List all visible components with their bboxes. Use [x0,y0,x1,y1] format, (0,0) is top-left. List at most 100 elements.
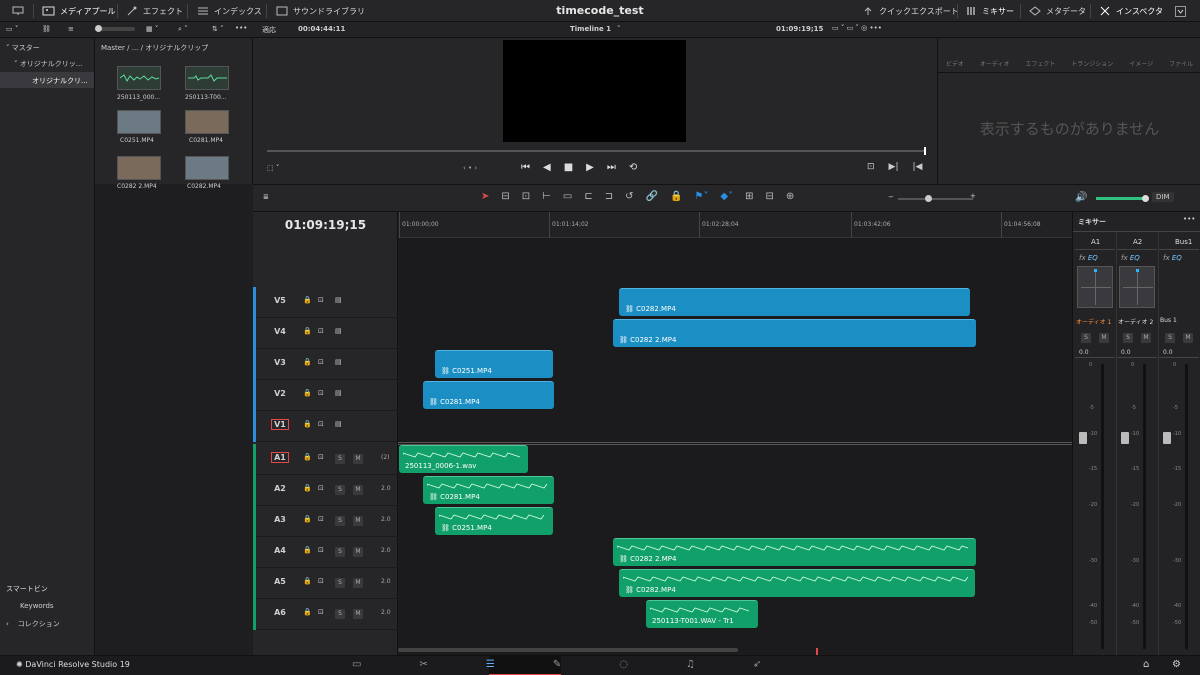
video-track-header[interactable]: V3 🔒 ⊡ ▤ [253,349,398,380]
mute-button[interactable]: M [353,547,363,557]
skip-start-icon[interactable]: ⏮ [521,162,530,173]
volume-slider[interactable] [1096,195,1149,202]
trim-tool-icon[interactable]: ⊟ [501,191,509,202]
auto-select-icon[interactable]: ⊡ [318,389,324,397]
smart-bin-collections[interactable]: › コレクション [6,619,60,629]
track-lock-icon[interactable]: 🔒 [303,577,312,585]
mixer-mute-button[interactable]: M [1141,333,1151,343]
timeline-zoom-slider[interactable] [898,195,973,202]
loop-icon[interactable]: ⟲ [629,162,637,173]
fairlight-page-icon[interactable]: ♫ [686,659,695,670]
sort-icon[interactable]: ≡ [68,25,74,33]
auto-select-icon[interactable]: ⊡ [318,484,324,492]
track-enable-icon[interactable]: ▤ [335,358,342,366]
overwrite-icon[interactable]: ⊏ [584,191,592,202]
audio-clip[interactable]: 250113_0006-1.wav [399,445,528,473]
fader-knob[interactable] [1079,432,1087,444]
mixer-mute-button[interactable]: M [1099,333,1109,343]
media-item-thumbnail[interactable] [117,66,161,90]
audio-track-header[interactable]: A6 🔒 ⊡ S M 2.0 [253,599,398,630]
timeline-scrollbar[interactable] [398,648,738,652]
mixer-mute-button[interactable]: M [1183,333,1193,343]
mute-button[interactable]: M [353,485,363,495]
media-item-thumbnail[interactable] [117,110,161,134]
fit-dropdown[interactable]: 適応 [262,25,276,35]
track-lock-icon[interactable]: 🔒 [303,453,312,461]
auto-select-icon[interactable]: ⊡ [318,420,324,428]
audio-clip[interactable]: ⛓ C0282 2.MP4 [613,538,976,566]
home-icon[interactable]: ⌂ [1143,659,1149,670]
solo-button[interactable]: S [335,578,345,588]
stop-icon[interactable]: ■ [564,162,573,173]
audio-clip[interactable]: ⛓ C0281.MP4 [423,476,554,504]
playhead-marker[interactable] [816,648,818,655]
viewer-scrubber[interactable] [267,147,926,155]
audio-clip[interactable]: 250113-T001.WAV - Tr1 [646,600,758,628]
video-track-header[interactable]: V5 🔒 ⊡ ▤ [253,287,398,318]
mixer-solo-button[interactable]: S [1165,333,1175,343]
viewer-screen[interactable] [503,40,686,142]
marker-icon[interactable]: ◆˅ [720,191,733,202]
audio-track-header[interactable]: A5 🔒 ⊡ S M 2.0 [253,568,398,599]
blade-tool-icon[interactable]: ⊢ [542,191,551,202]
more-icon[interactable]: ••• [235,24,247,32]
breadcrumb[interactable]: Master / ... / オリジナルクリップ [101,43,208,53]
solo-button[interactable]: S [335,609,345,619]
mute-button[interactable]: M [353,454,363,464]
media-item-thumbnail[interactable] [117,156,161,180]
pan-control[interactable] [1077,266,1113,308]
cut-page-icon[interactable]: ✂ [419,659,427,670]
color-page-icon[interactable]: ◌ [619,659,628,670]
mute-button[interactable]: M [353,516,363,526]
bin-master[interactable]: ˅ マスター [6,43,40,53]
replace-icon[interactable]: ⊐ [605,191,613,202]
timeline-view-icon[interactable]: ≣ [263,193,269,201]
audio-track-header[interactable]: A4 🔒 ⊡ S M 2.0 [253,537,398,568]
solo-button[interactable]: S [335,485,345,495]
zoom-custom-icon[interactable]: ⊕ [786,191,794,202]
track-lock-icon[interactable]: 🔒 [303,515,312,523]
unlink-icon[interactable]: ⛓ [42,25,51,33]
flag-icon[interactable]: ⚑˅ [694,191,708,202]
pan-control[interactable] [1119,266,1155,308]
mute-button[interactable]: M [353,609,363,619]
collapse-icon[interactable] [1175,0,1186,22]
search-icon[interactable]: ⌕ ˅ [178,25,188,34]
track-lock-icon[interactable]: 🔒 [303,420,312,428]
monitor-icon[interactable] [12,0,24,22]
fusion-page-icon[interactable]: ✎ [553,659,561,670]
fader-knob[interactable] [1121,432,1129,444]
fx-eq-button[interactable]: fx EQ [1163,254,1182,262]
media-pool-button[interactable]: メディアプール [42,0,115,22]
track-lock-icon[interactable]: 🔒 [303,358,312,366]
tab-audio[interactable]: オーディオ [980,59,1010,68]
deliver-page-icon[interactable]: ➶ [753,659,761,670]
lock-icon[interactable]: 🔒 [670,191,682,202]
media-item-thumbnail[interactable] [185,66,229,90]
solo-button[interactable]: S [335,454,345,464]
bin-original-clip[interactable]: ˅ オリジナルクリッ... [14,59,82,69]
grid-view-icon[interactable]: ▦ ˅ [146,25,158,33]
dynamic-trim-icon[interactable]: ⊡ [522,191,530,202]
settings-icon[interactable]: ⚙ [1172,659,1181,670]
auto-select-icon[interactable]: ⊡ [318,608,324,616]
inspector-button[interactable]: インスペクタ [1099,0,1163,22]
video-clip[interactable]: ⛓ C0282.MP4 [619,288,970,316]
track-enable-icon[interactable]: ▤ [335,296,342,304]
audio-track-header[interactable]: A3 🔒 ⊡ S M 2.0 [253,506,398,537]
insert-icon[interactable]: ▭ [563,191,572,202]
video-track-header[interactable]: V2 🔒 ⊡ ▤ [253,380,398,411]
auto-select-icon[interactable]: ⊡ [318,546,324,554]
timeline-ruler[interactable]: 01:00:00;00 01:01:14;02 01:02:28;04 01:03:4… [398,212,1072,238]
auto-select-icon[interactable]: ⊡ [318,515,324,523]
sort-order-icon[interactable]: ⇅ ˅ [212,25,224,33]
dim-button[interactable]: DIM [1152,192,1174,202]
mixer-button[interactable]: ミキサー [965,0,1014,22]
prev-edit-icon[interactable]: |◀ [913,162,923,172]
mixer-solo-button[interactable]: S [1123,333,1133,343]
track-lock-icon[interactable]: 🔒 [303,389,312,397]
effects-button[interactable]: エフェクト [126,0,183,22]
solo-button[interactable]: S [335,516,345,526]
media-item-thumbnail[interactable] [185,110,229,134]
zoom-full-icon[interactable]: ⊞ [745,191,753,202]
